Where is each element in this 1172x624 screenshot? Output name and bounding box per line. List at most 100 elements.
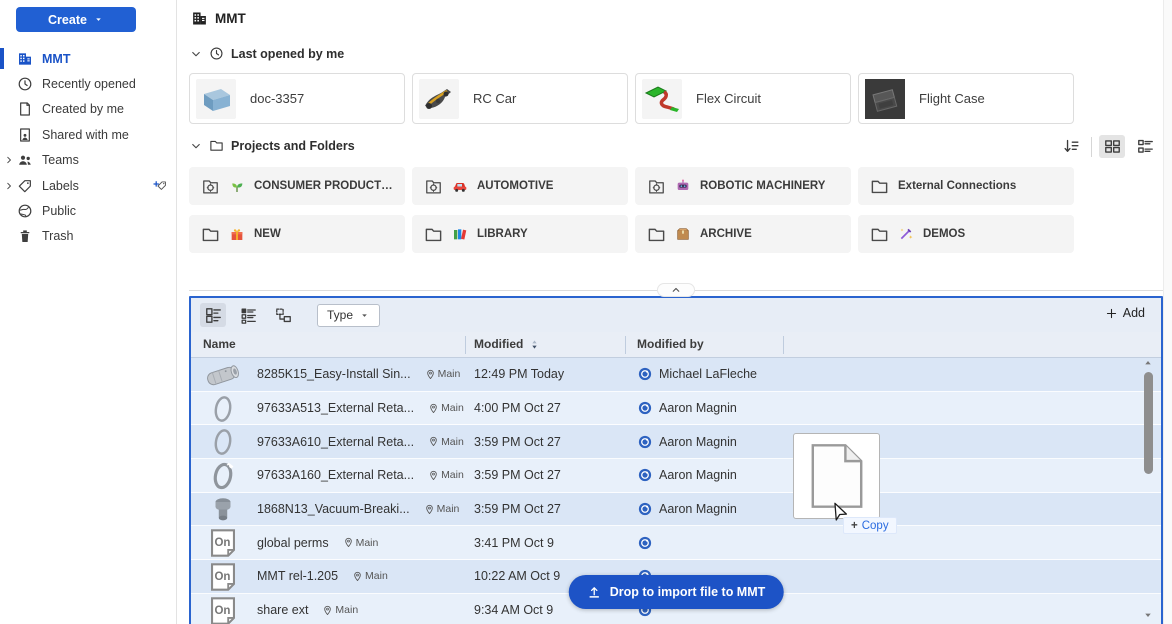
building-icon <box>191 10 208 27</box>
table-row[interactable]: 97633A160_External Reta... Main 3:59 PM … <box>191 459 1161 493</box>
document-name[interactable]: 8285K15_Easy-Install Sin... <box>257 367 411 381</box>
add-button[interactable]: Add <box>1105 306 1145 320</box>
chevron-down-icon[interactable] <box>190 48 202 60</box>
folder-icon <box>201 225 220 244</box>
sidebar-item-labels[interactable]: Labels <box>0 173 176 198</box>
branch-indicator: Main <box>425 368 461 380</box>
detail-view-button[interactable] <box>200 303 226 327</box>
modified-time: 4:00 PM Oct 27 <box>474 392 561 425</box>
grid-view-button[interactable] <box>1099 135 1125 158</box>
onshape-doc-icon: On <box>201 528 245 558</box>
type-filter-dropdown[interactable]: Type <box>317 304 380 327</box>
clock-icon <box>209 46 224 61</box>
scrollbar-thumb[interactable] <box>1144 372 1153 474</box>
tree-view-button[interactable] <box>270 303 296 327</box>
list-view-icon <box>1136 137 1155 156</box>
sort-arrows-icon[interactable] <box>528 338 541 351</box>
type-filter-label: Type <box>327 308 353 322</box>
document-card[interactable]: doc-3357 <box>189 73 405 124</box>
sidebar-item-teams[interactable]: Teams <box>0 148 176 173</box>
document-name[interactable]: MMT rel-1.205 <box>257 569 338 583</box>
branch-indicator: Main <box>322 604 358 616</box>
document-name[interactable]: share ext <box>257 603 308 617</box>
document-name[interactable]: 97633A610_External Reta... <box>257 435 414 449</box>
sort-button[interactable] <box>1058 135 1084 158</box>
modified-time: 3:59 PM Oct 27 <box>474 425 561 458</box>
document-icon <box>17 101 33 117</box>
sidebar-item-mmt[interactable]: MMT <box>0 46 176 71</box>
document-name[interactable]: 97633A160_External Reta... <box>257 468 414 482</box>
document-card-label: Flight Case <box>919 91 985 106</box>
column-header-label: Modified <box>474 337 523 351</box>
folder-card-new[interactable]: NEW <box>189 215 405 253</box>
avatar-icon <box>638 367 652 381</box>
add-label-icon[interactable] <box>150 178 169 193</box>
folder-card-consumer-products[interactable]: CONSUMER PRODUCTS & RE... <box>189 167 405 205</box>
document-name[interactable]: 1868N13_Vacuum-Breaki... <box>257 502 410 516</box>
table-scrollbar[interactable] <box>1142 358 1154 620</box>
column-divider[interactable] <box>625 336 626 354</box>
sidebar-item-public[interactable]: Public <box>0 198 176 223</box>
create-button[interactable]: Create <box>16 7 136 32</box>
books-icon <box>452 226 468 242</box>
folder-icon <box>647 225 666 244</box>
column-divider[interactable] <box>783 336 784 354</box>
drop-import-pill[interactable]: Drop to import file to MMT <box>569 575 784 609</box>
table-row[interactable]: 97633A513_External Reta... Main 4:00 PM … <box>191 392 1161 426</box>
modified-by-name: Aaron Magnin <box>659 502 737 516</box>
sidebar-item-shared-with-me[interactable]: Shared with me <box>0 122 176 147</box>
document-card[interactable]: RC Car <box>412 73 628 124</box>
recent-documents: doc-3357 RC Car Flex Circuit Flight Case <box>189 73 1074 124</box>
column-header-modified[interactable]: Modified <box>474 337 541 351</box>
table-row[interactable]: On global perms Main 3:41 PM Oct 9 <box>191 526 1161 560</box>
trash-icon <box>17 228 33 244</box>
document-name[interactable]: 97633A513_External Reta... <box>257 401 414 415</box>
onshape-doc-icon: On <box>201 596 245 624</box>
column-divider[interactable] <box>465 336 466 354</box>
chevron-down-icon[interactable] <box>190 140 202 152</box>
table-row[interactable]: 1868N13_Vacuum-Breaki... Main 3:59 PM Oc… <box>191 493 1161 527</box>
list-view-button[interactable] <box>1132 135 1158 158</box>
tree-view-icon <box>274 306 293 325</box>
document-name[interactable]: global perms <box>257 536 329 550</box>
sidebar-item-created-by-me[interactable]: Created by me <box>0 97 176 122</box>
branch-label: Main <box>437 503 460 515</box>
column-header-name[interactable]: Name <box>203 337 236 351</box>
pin-icon <box>343 537 354 548</box>
avatar-icon <box>638 435 652 449</box>
modified-by-name: Aaron Magnin <box>659 401 737 415</box>
branch-indicator: Main <box>428 402 464 414</box>
avatar-icon <box>638 502 652 516</box>
document-thumbnail <box>865 79 905 119</box>
scroll-up-icon[interactable] <box>1142 358 1154 369</box>
modified-by-name: Michael LaFleche <box>659 367 757 381</box>
chevron-right-icon[interactable] <box>4 155 14 165</box>
part-thumbnail <box>201 427 245 457</box>
column-header-modified-by[interactable]: Modified by <box>637 337 704 351</box>
folder-card-external-connections[interactable]: External Connections <box>858 167 1074 205</box>
sidebar-item-trash[interactable]: Trash <box>0 224 176 249</box>
table-row[interactable]: 8285K15_Easy-Install Sin... Main 12:49 P… <box>191 358 1161 392</box>
folder-card-archive[interactable]: ARCHIVE <box>635 215 851 253</box>
compact-view-button[interactable] <box>235 303 261 327</box>
pin-icon <box>428 403 439 414</box>
collapse-panel-button[interactable] <box>657 283 695 297</box>
part-thumbnail <box>201 461 245 491</box>
page-title-text: MMT <box>215 11 246 26</box>
scroll-down-icon[interactable] <box>1142 609 1154 620</box>
sidebar-item-recently-opened[interactable]: Recently opened <box>0 71 176 96</box>
document-card[interactable]: Flight Case <box>858 73 1074 124</box>
page-scrollbar[interactable] <box>1163 0 1172 624</box>
folder-card-automotive[interactable]: AUTOMOTIVE <box>412 167 628 205</box>
svg-text:On: On <box>214 571 230 583</box>
chevron-right-icon[interactable] <box>4 181 14 191</box>
modified-time: 12:49 PM Today <box>474 358 564 391</box>
modified-time: 3:59 PM Oct 27 <box>474 459 561 492</box>
folder-card-library[interactable]: LIBRARY <box>412 215 628 253</box>
folder-card-demos[interactable]: DEMOS <box>858 215 1074 253</box>
table-row[interactable]: 97633A610_External Reta... Main 3:59 PM … <box>191 425 1161 459</box>
document-card[interactable]: Flex Circuit <box>635 73 851 124</box>
folder-card-robotic-machinery[interactable]: ROBOTIC MACHINERY <box>635 167 851 205</box>
pin-icon <box>428 470 439 481</box>
document-card-label: doc-3357 <box>250 91 304 106</box>
